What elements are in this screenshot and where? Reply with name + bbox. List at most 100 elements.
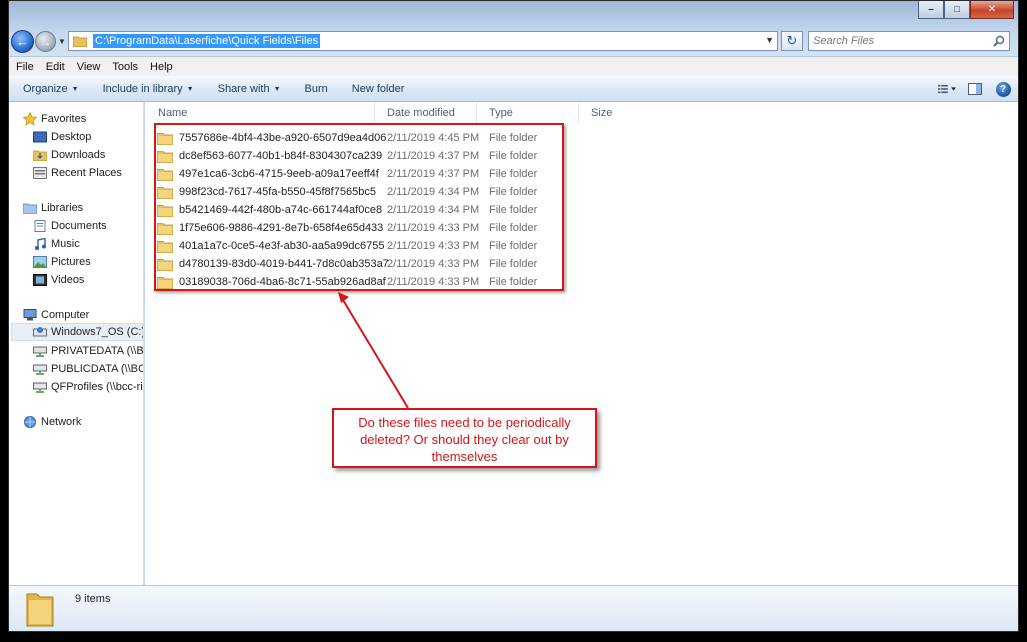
folder-icon [73, 36, 87, 47]
address-bar[interactable]: C:\ProgramData\Laserfiche\Quick Fields\F… [68, 31, 778, 51]
preview-pane-button[interactable] [966, 80, 984, 98]
file-date: 2/11/2019 4:33 PM [387, 240, 480, 252]
menu-help[interactable]: Help [150, 61, 173, 73]
nav-qfprofiles-drive[interactable]: QFProfiles (\\bcc-ric [33, 378, 143, 396]
computer-icon [23, 308, 37, 322]
new-folder-button[interactable]: New folder [352, 83, 405, 95]
file-date: 2/11/2019 4:34 PM [387, 204, 480, 216]
recent-pages-dropdown[interactable]: ▼ [58, 37, 66, 46]
menu-view[interactable]: View [77, 61, 101, 73]
file-row[interactable]: dc8ef563-6077-40b1-b84f-8304307ca239 2/1… [157, 147, 537, 165]
nav-label: Network [41, 416, 82, 428]
file-name: 03189038-706d-4ba6-8c71-55ab926ad8af [179, 276, 386, 288]
address-path[interactable]: C:\ProgramData\Laserfiche\Quick Fields\F… [93, 34, 321, 48]
file-name: 1f75e606-9886-4291-8e7b-658f4e65d433 [179, 222, 384, 234]
nav-favorites[interactable]: Favorites [23, 110, 86, 128]
column-type[interactable]: Type [477, 102, 579, 124]
menu-tools[interactable]: Tools [112, 61, 138, 73]
file-date: 2/11/2019 4:34 PM [387, 186, 480, 198]
help-button[interactable]: ? [994, 80, 1012, 98]
file-type: File folder [489, 204, 538, 216]
back-arrow-icon: ← [16, 34, 29, 49]
nav-label: Favorites [41, 113, 87, 125]
nav-recent-places[interactable]: Recent Places [33, 164, 122, 182]
column-name[interactable]: Name [145, 102, 375, 124]
folder-icon [26, 593, 54, 627]
title-bar: – □ ✕ ← → ▼ C:\ProgramData\Laserfiche\Qu… [9, 1, 1018, 57]
file-type: File folder [489, 186, 538, 198]
back-button[interactable]: ← [11, 30, 34, 53]
file-row[interactable]: 03189038-706d-4ba6-8c71-55ab926ad8af 2/1… [157, 273, 537, 291]
downloads-folder-icon [33, 148, 47, 162]
file-type: File folder [489, 150, 538, 162]
address-dropdown-icon[interactable]: ▼ [765, 35, 774, 45]
file-row[interactable]: 401a1a7c-0ce5-4e3f-ab30-aa5a99dc6755 2/1… [157, 237, 537, 255]
nav-label: Videos [51, 274, 85, 286]
file-date: 2/11/2019 4:33 PM [387, 276, 480, 288]
details-pane: 9 items [9, 585, 1018, 631]
nav-label: PUBLICDATA (\\BCC [51, 363, 144, 375]
nav-pictures[interactable]: Pictures [33, 253, 91, 271]
nav-label: Music [51, 238, 80, 250]
column-size[interactable]: Size [579, 102, 699, 124]
folder-icon [157, 204, 173, 217]
search-box[interactable] [808, 31, 1010, 51]
nav-label: Documents [51, 220, 107, 232]
file-row[interactable]: d4780139-83d0-4019-b441-7d8c0ab353a7 2/1… [157, 255, 537, 273]
search-icon[interactable] [993, 35, 1005, 47]
nav-label: Libraries [41, 202, 84, 214]
nav-privatedata-drive[interactable]: PRIVATEDATA (\\BC [33, 342, 143, 360]
nav-label: Recent Places [51, 167, 122, 179]
forward-button[interactable]: → [35, 31, 56, 52]
file-row[interactable]: 7557686e-4bf4-43be-a920-6507d9ea4d06 2/1… [157, 129, 537, 147]
item-count: 9 items [75, 593, 111, 605]
change-view-button[interactable] [938, 80, 956, 98]
nav-network[interactable]: Network [23, 413, 81, 431]
refresh-button[interactable]: ↻ [781, 31, 803, 51]
file-type: File folder [489, 258, 538, 270]
column-date-modified[interactable]: Date modified [375, 102, 477, 124]
file-list: Name Date modified Type Size 7557686e-4b… [145, 102, 1018, 585]
file-row[interactable]: 998f23cd-7617-45fa-b550-45f8f7565bc5 2/1… [157, 183, 537, 201]
nav-libraries[interactable]: Libraries [23, 199, 83, 217]
close-button[interactable]: ✕ [970, 1, 1014, 19]
file-row[interactable]: 497e1ca6-3cb6-4715-9eeb-a09a17eeff4f 2/1… [157, 165, 537, 183]
file-type: File folder [489, 168, 538, 180]
nav-label: Desktop [51, 131, 92, 143]
nav-documents[interactable]: Documents [33, 217, 107, 235]
file-row[interactable]: 1f75e606-9886-4291-8e7b-658f4e65d433 2/1… [157, 219, 537, 237]
folder-icon [157, 150, 173, 163]
folder-icon [157, 240, 173, 253]
burn-button[interactable]: Burn [305, 83, 328, 95]
nav-music[interactable]: Music [33, 235, 80, 253]
nav-label: Windows7_OS (C:) [51, 326, 144, 338]
nav-computer[interactable]: Computer [23, 306, 89, 324]
share-with-button[interactable]: Share with ▼ [218, 83, 281, 95]
file-date: 2/11/2019 4:37 PM [387, 168, 480, 180]
menu-bar: File Edit View Tools Help [9, 56, 1018, 76]
menu-edit[interactable]: Edit [46, 61, 65, 73]
search-input[interactable] [813, 35, 988, 47]
nav-label: Pictures [51, 256, 91, 268]
file-name: dc8ef563-6077-40b1-b84f-8304307ca239 [179, 150, 383, 162]
file-date: 2/11/2019 4:37 PM [387, 150, 480, 162]
maximize-button[interactable]: □ [944, 1, 970, 19]
organize-button[interactable]: Organize ▼ [23, 83, 79, 95]
menu-file[interactable]: File [16, 61, 34, 73]
nav-windows7-os-drive[interactable]: Windows7_OS (C:) [11, 323, 143, 341]
system-drive-icon [33, 325, 47, 339]
nav-publicdata-drive[interactable]: PUBLICDATA (\\BCC [33, 360, 144, 378]
chevron-down-icon: ▼ [71, 85, 79, 93]
folder-icon [157, 222, 173, 235]
minimize-button[interactable]: – [918, 1, 944, 19]
nav-downloads[interactable]: Downloads [33, 146, 105, 164]
view-list-icon [938, 84, 956, 94]
nav-desktop[interactable]: Desktop [33, 128, 91, 146]
file-row[interactable]: b5421469-442f-480b-a74c-661744af0ce8 2/1… [157, 201, 537, 219]
include-in-library-button[interactable]: Include in library ▼ [103, 83, 194, 95]
column-label: Date modified [387, 107, 455, 119]
view-controls: ? [928, 80, 1012, 98]
navigation-pane: Favorites Desktop Downloads Recent Place… [9, 102, 144, 585]
desktop-icon [33, 130, 47, 144]
nav-videos[interactable]: Videos [33, 271, 84, 289]
